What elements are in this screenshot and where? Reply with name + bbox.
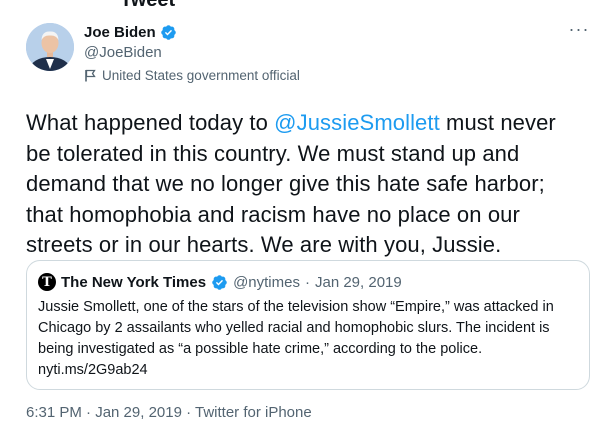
quote-author-handle: @nytimes <box>233 273 300 291</box>
more-dots-icon[interactable]: ··· <box>568 20 590 40</box>
page-title: Tweet <box>120 0 176 11</box>
flag-icon <box>85 69 96 82</box>
verified-badge-icon <box>160 25 176 40</box>
author-name[interactable]: Joe Biden <box>84 24 156 41</box>
quote-date: Jan 29, 2019 <box>314 273 402 291</box>
quote-link[interactable]: nyti.ms/2G9ab24 <box>38 362 148 378</box>
quote-separator: · <box>304 273 310 291</box>
mention-link[interactable]: @JussieSmollett <box>274 110 440 135</box>
author-handle[interactable]: @JoeBiden <box>84 44 162 61</box>
quoted-tweet[interactable]: T The New York Times @nytimes · Jan 29, … <box>26 260 590 390</box>
government-label[interactable]: United States government official <box>102 68 300 83</box>
nyt-logo-icon: T <box>38 273 56 291</box>
tweet-text-before: What happened today to <box>26 110 275 135</box>
quote-body: Jussie Smollett, one of the stars of the… <box>38 297 578 381</box>
quote-text: Jussie Smollett, one of the stars of the… <box>38 299 554 357</box>
tweet-text: What happened today to @JussieSmollett m… <box>26 108 586 261</box>
quote-author-name: The New York Times <box>61 273 207 291</box>
author-avatar[interactable] <box>26 23 74 71</box>
tweet-timestamp[interactable]: 6:31 PM · Jan 29, 2019 · Twitter for iPh… <box>26 404 312 421</box>
verified-badge-icon <box>212 274 227 290</box>
